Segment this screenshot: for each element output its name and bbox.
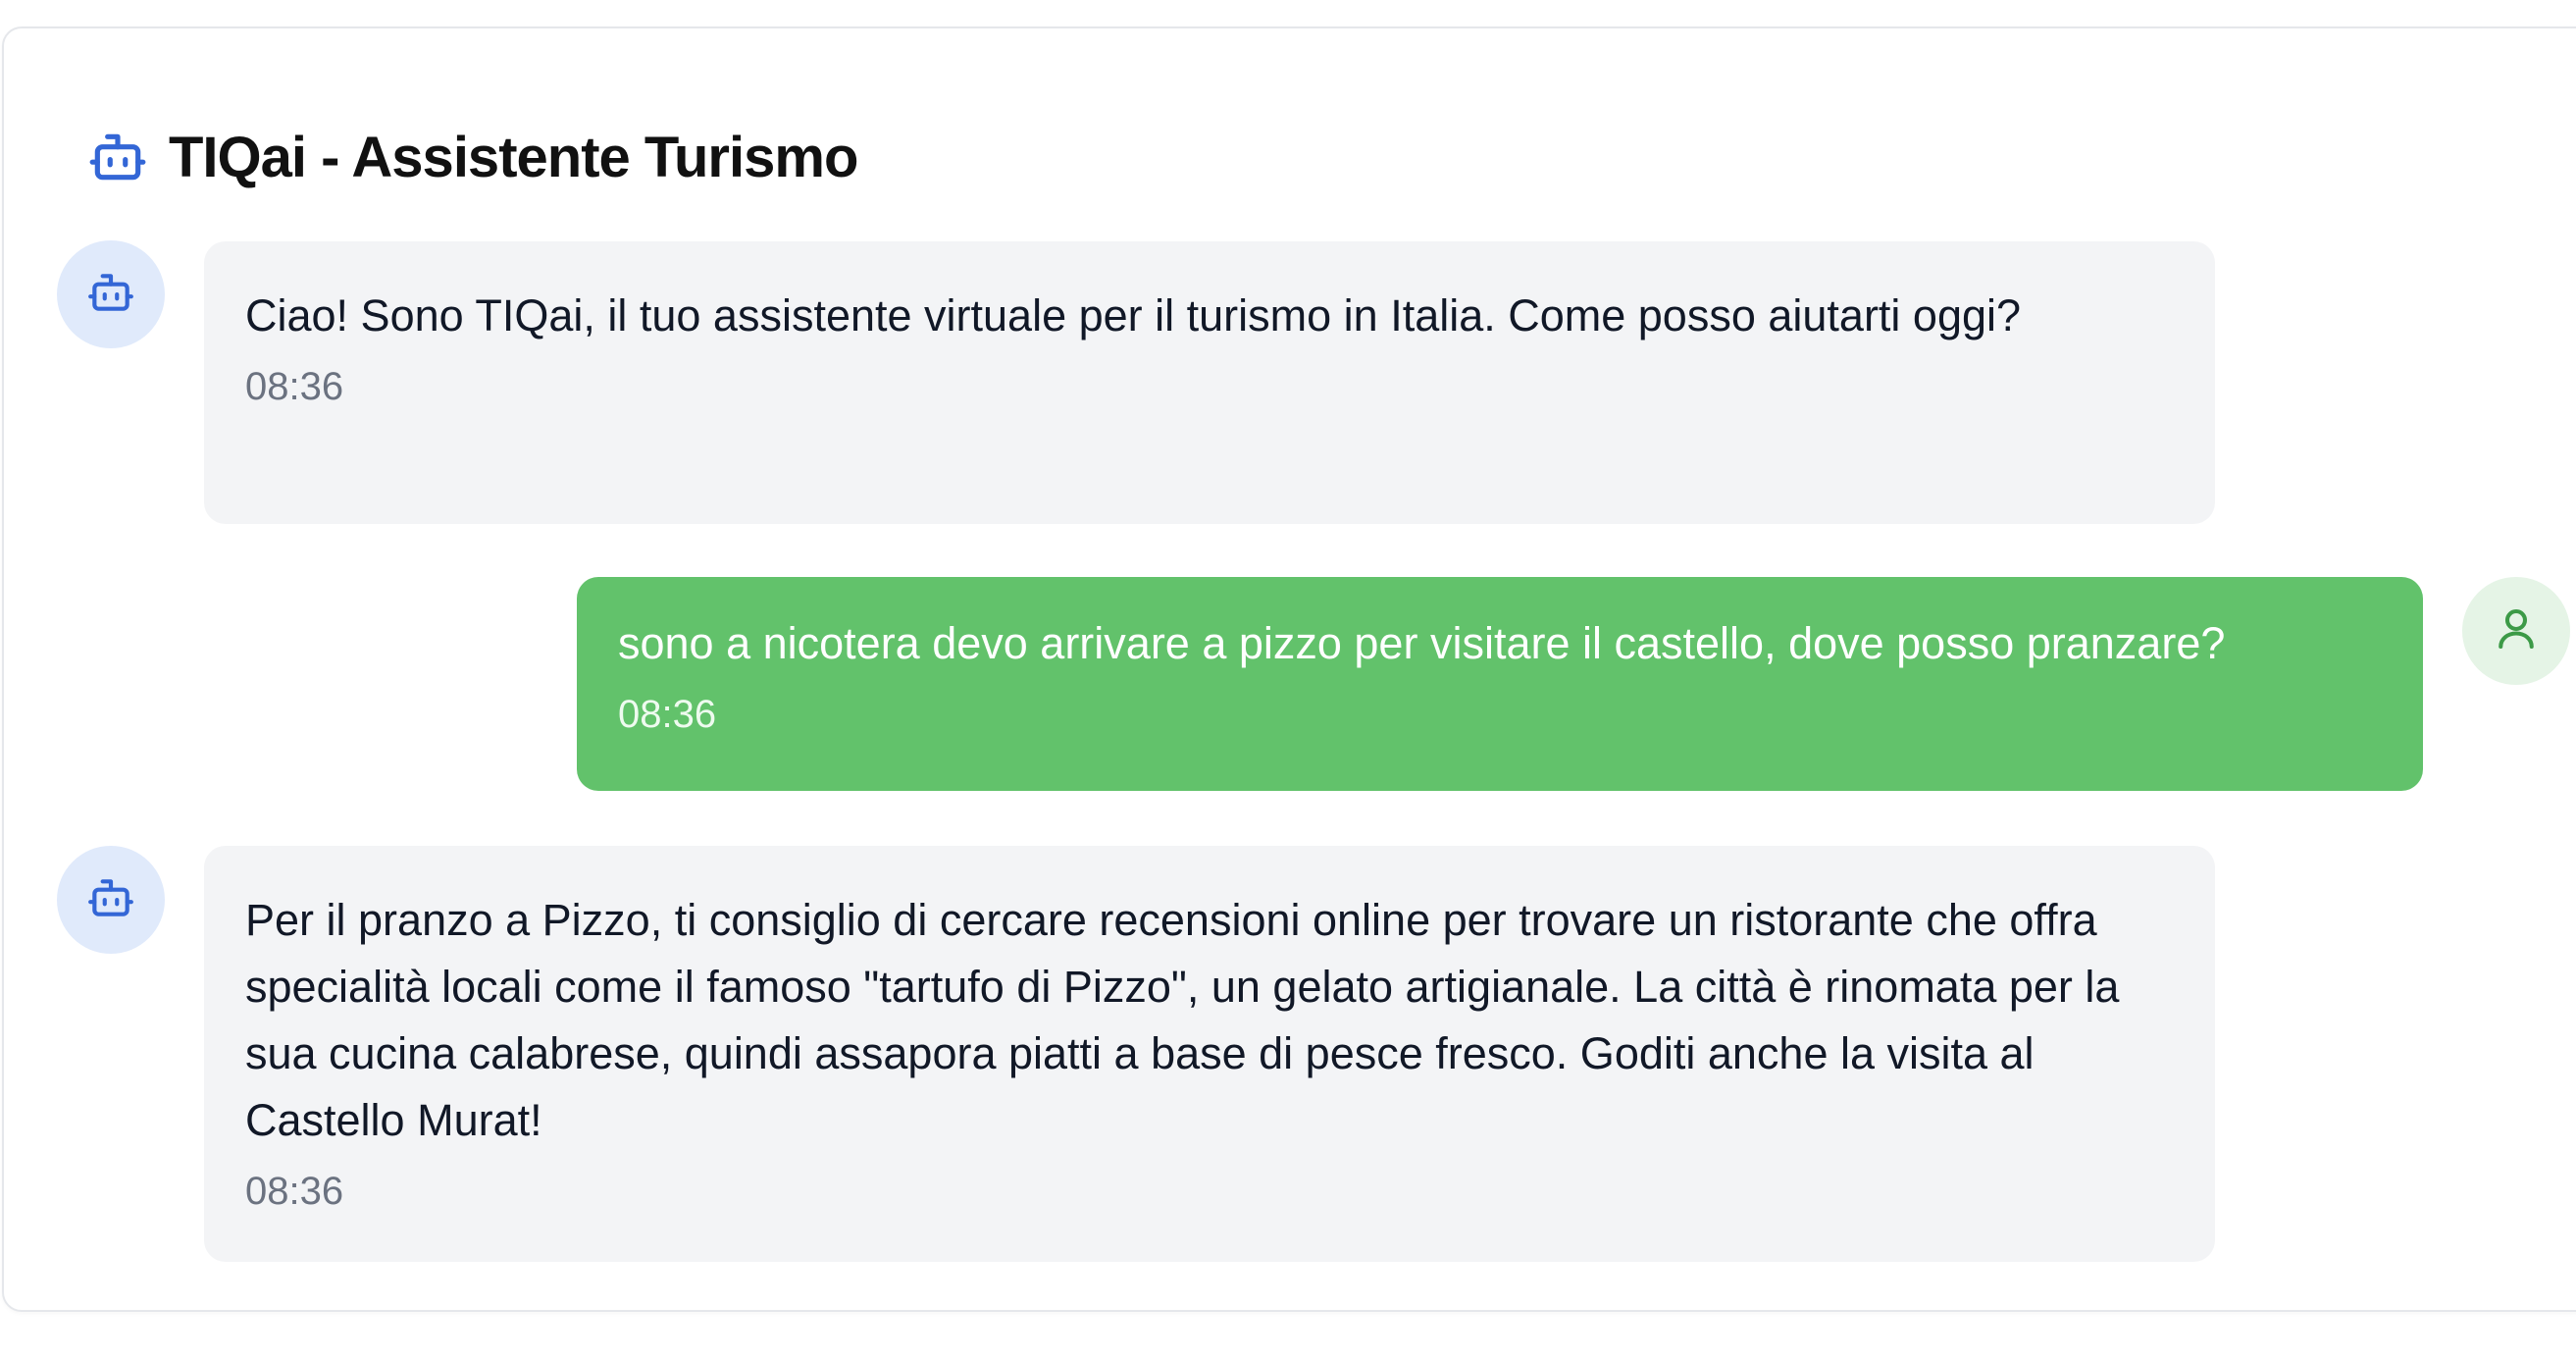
- user-icon: [2490, 602, 2543, 660]
- bot-icon: [84, 124, 151, 190]
- message-text: sono a nicotera devo arrivare a pizzo pe…: [618, 618, 2226, 668]
- chat-header: TIQai - Assistente Turismo: [84, 118, 858, 196]
- message-bubble-user: sono a nicotera devo arrivare a pizzo pe…: [577, 577, 2423, 791]
- bot-avatar: [57, 846, 165, 954]
- message-time: 08:36: [245, 1170, 344, 1213]
- message-time: 08:36: [245, 365, 344, 408]
- message-time: 08:36: [618, 693, 717, 736]
- bot-avatar: [57, 240, 165, 348]
- page-title: TIQai - Assistente Turismo: [169, 125, 858, 189]
- message-bubble-bot: Ciao! Sono TIQai, il tuo assistente virt…: [204, 241, 2215, 524]
- bot-icon: [86, 873, 135, 927]
- user-avatar: [2462, 577, 2570, 685]
- message-text: Ciao! Sono TIQai, il tuo assistente virt…: [245, 290, 2022, 340]
- message-text: Per il pranzo a Pizzo, ti consiglio di c…: [245, 895, 2120, 1145]
- message-bubble-bot: Per il pranzo a Pizzo, ti consiglio di c…: [204, 846, 2215, 1262]
- bot-icon: [86, 268, 135, 322]
